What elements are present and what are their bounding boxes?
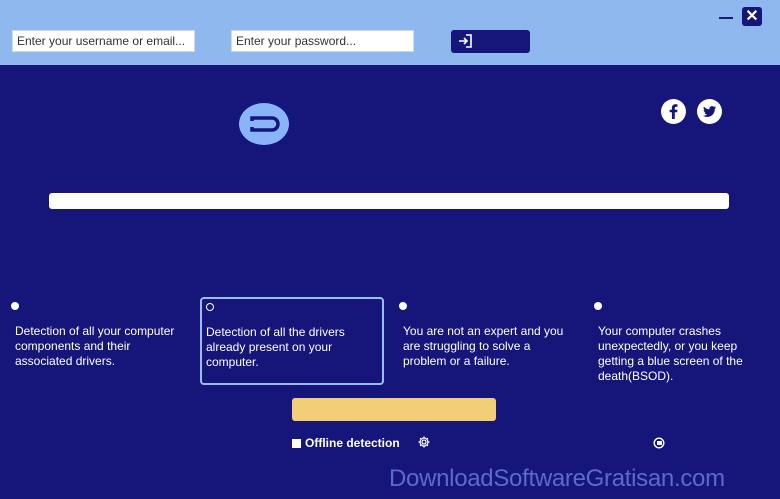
twitter-icon [703,106,716,117]
feature-text: Detection of all your computer component… [15,324,175,368]
app-logo [239,103,289,145]
feature-card-drivers[interactable]: Detection of all the drivers already pre… [200,297,384,385]
password-field[interactable] [231,30,414,52]
offline-label: Offline detection [305,436,400,450]
progress-bar [49,193,729,209]
radio-indicator [594,302,602,310]
feature-text: You are not an expert and you are strugg… [403,324,564,368]
twitter-button[interactable] [697,99,722,124]
username-field[interactable] [12,30,195,52]
facebook-icon [669,104,678,119]
close-button[interactable]: ✕ [742,7,762,26]
radio-indicator [206,303,214,311]
offline-detection-toggle[interactable]: Offline detection [292,436,400,450]
radio-indicator [399,302,407,310]
gear-icon[interactable] [417,435,431,449]
facebook-button[interactable] [661,99,686,124]
feature-card-crash[interactable]: Your computer crashes unexpectedly, or y… [588,297,772,385]
top-bar: ✕ [0,0,780,65]
feature-text: Your computer crashes unexpectedly, or y… [598,324,743,383]
minimize-button[interactable] [718,8,734,24]
feature-card-components[interactable]: Detection of all your computer component… [5,297,189,385]
watermark: DownloadSoftwareGratisan.com [389,465,725,492]
offline-checkbox[interactable] [292,438,301,448]
tool-icon[interactable] [653,437,665,449]
feature-card-expert[interactable]: You are not an expert and you are strugg… [393,297,577,385]
radio-indicator [11,302,19,310]
feature-text: Detection of all the drivers already pre… [206,325,345,369]
sign-in-icon [459,34,472,48]
login-button[interactable] [451,30,530,53]
start-detection-button[interactable] [292,398,496,421]
